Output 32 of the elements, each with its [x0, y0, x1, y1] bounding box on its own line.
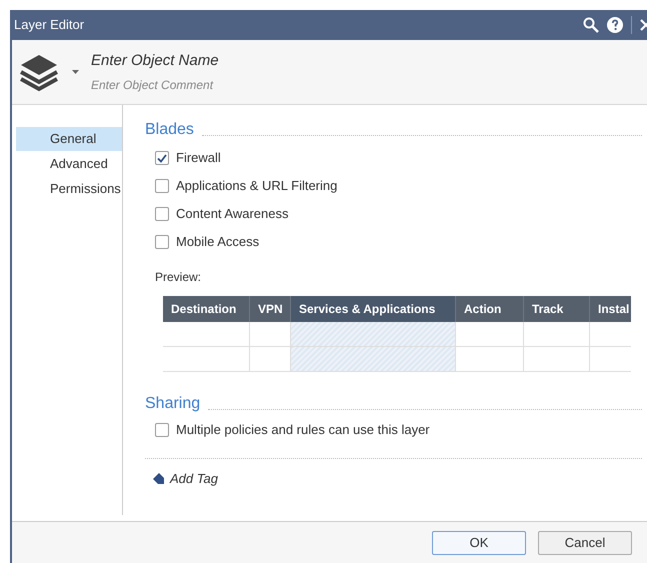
checkbox[interactable] — [155, 179, 169, 193]
checkbox-label: Multiple policies and rules can use this layer — [176, 421, 430, 440]
dialog-button[interactable]: Cancel — [538, 530, 632, 554]
search-icon[interactable] — [583, 17, 599, 33]
sidebar-item[interactable]: Permissions — [16, 177, 122, 201]
window-title: Layer Editor — [14, 16, 84, 34]
dialog-button[interactable]: OK — [432, 530, 526, 554]
add-tag-link[interactable]: Add Tag — [170, 469, 218, 488]
caret-icon[interactable] — [72, 70, 79, 74]
column-header: Destination — [163, 296, 250, 322]
column-header: Track — [524, 296, 590, 322]
checkbox-label: Firewall — [176, 149, 221, 168]
checkbox[interactable] — [155, 207, 169, 221]
help-icon[interactable] — [607, 17, 623, 33]
checkbox-label: Mobile Access — [176, 233, 260, 252]
checkbox[interactable] — [155, 235, 169, 249]
tag-icon — [153, 473, 164, 484]
checkbox-label: Applications & URL Filtering — [176, 177, 338, 196]
preview-label: Preview: — [155, 269, 202, 286]
column-header: Action — [456, 296, 524, 322]
section-title: Sharing — [145, 394, 200, 414]
checkmark-icon — [157, 154, 167, 162]
sidebar-item[interactable]: Advanced — [16, 152, 122, 176]
checkbox-label: Content Awareness — [176, 205, 288, 224]
column-header: Services & Applications — [291, 296, 456, 322]
checkbox[interactable] — [155, 151, 169, 165]
column-header: Instal — [590, 296, 631, 322]
sidebar-item[interactable]: General — [16, 127, 122, 151]
comment-field[interactable]: Enter Object Comment — [91, 76, 391, 94]
name-field[interactable]: Enter Object Name — [91, 50, 391, 72]
checkbox[interactable] — [155, 423, 169, 437]
section-title: Blades — [145, 120, 194, 140]
